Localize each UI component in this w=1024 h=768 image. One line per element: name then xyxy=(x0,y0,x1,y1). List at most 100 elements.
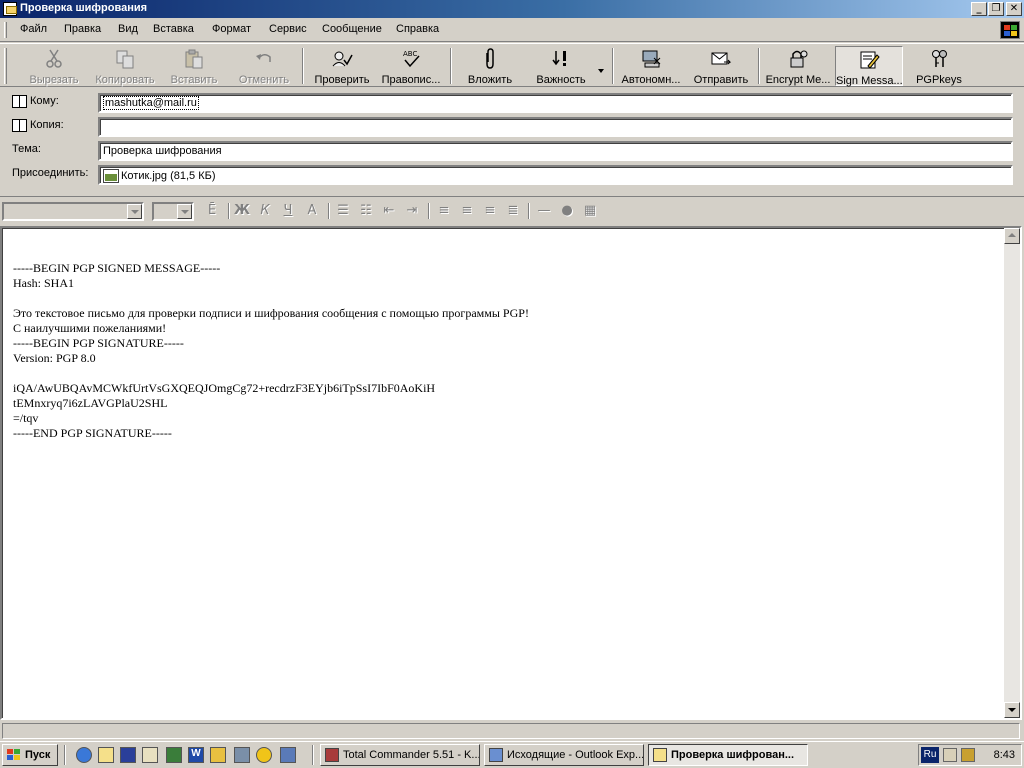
chevron-down-icon[interactable] xyxy=(127,204,142,219)
media-player-icon[interactable] xyxy=(256,747,272,763)
maximize-button[interactable]: ❐ xyxy=(988,2,1004,16)
bold-button[interactable]: Ж xyxy=(232,202,252,220)
monitor-app-icon[interactable] xyxy=(234,747,250,763)
attachment-item[interactable]: Котик.jpg (81,5 КБ) xyxy=(121,170,216,182)
volume-icon[interactable] xyxy=(943,748,957,762)
undo-icon xyxy=(256,54,271,62)
copy-button[interactable]: Копировать xyxy=(90,46,160,86)
menu-insert[interactable]: Вставка xyxy=(153,23,194,35)
subject-row: Тема: Проверка шифрования xyxy=(0,139,1024,163)
menu-grip xyxy=(4,22,7,38)
spelling-button[interactable]: ABC Правопис... xyxy=(378,46,444,86)
priority-dropdown-button[interactable] xyxy=(594,46,608,86)
menu-edit[interactable]: Правка xyxy=(64,23,101,35)
taskbar-item-outlook[interactable]: Исходящие - Outlook Exp... xyxy=(484,744,644,766)
status-bar xyxy=(0,722,1024,740)
priority-button[interactable]: Важность xyxy=(528,46,594,86)
to-label[interactable]: Кому: xyxy=(30,95,59,107)
numbered-list-icon[interactable]: ☰ xyxy=(333,202,353,220)
cc-field[interactable] xyxy=(98,117,1013,137)
menu-format[interactable]: Формат xyxy=(212,23,251,35)
vertical-scrollbar[interactable] xyxy=(1004,228,1020,718)
close-button[interactable]: ✕ xyxy=(1006,2,1022,16)
floppy-save-icon[interactable] xyxy=(120,747,136,763)
taskbar-item-total-commander[interactable]: Total Commander 5.51 - K... xyxy=(320,744,480,766)
font-color-icon[interactable]: A xyxy=(302,202,322,220)
toolbar-separator xyxy=(450,48,452,84)
encrypt-message-button[interactable]: Encrypt Me... xyxy=(764,46,832,86)
pgp-lock-icon[interactable] xyxy=(961,748,975,762)
underline-button[interactable]: Ч xyxy=(278,202,298,220)
font-name-select[interactable] xyxy=(2,202,144,221)
insert-picture-icon[interactable]: ▦ xyxy=(580,202,600,220)
subject-field[interactable]: Проверка шифрования xyxy=(98,141,1013,161)
sign-message-button[interactable]: Sign Messa... xyxy=(835,46,903,87)
menu-view[interactable]: Вид xyxy=(118,23,138,35)
copy-label: Копировать xyxy=(95,74,155,86)
paragraph-style-icon[interactable]: Ē xyxy=(202,202,222,220)
diamond-app-icon[interactable] xyxy=(166,747,182,763)
pgpkeys-button[interactable]: PGPkeys xyxy=(908,46,970,86)
windows-logo-icon xyxy=(1000,21,1020,39)
cut-button[interactable]: Вырезать xyxy=(20,46,88,86)
pencil-app-icon[interactable] xyxy=(210,747,226,763)
menu-help[interactable]: Справка xyxy=(396,23,439,35)
paste-label: Вставить xyxy=(170,74,218,86)
horizontal-line-icon[interactable]: — xyxy=(534,202,554,220)
check-names-button[interactable]: Проверить xyxy=(310,46,374,86)
paste-button[interactable]: Вставить xyxy=(162,46,226,86)
offline-button[interactable]: Автономн... xyxy=(618,46,684,86)
attachments-field[interactable]: Котик.jpg (81,5 КБ) xyxy=(98,165,1013,185)
message-body-text[interactable]: -----BEGIN PGP SIGNED MESSAGE----- Hash:… xyxy=(13,261,993,441)
menu-file[interactable]: Файл xyxy=(20,23,47,35)
encrypt-message-label: Encrypt Me... xyxy=(765,74,831,86)
address-book-icon[interactable] xyxy=(12,119,27,132)
to-row: Кому: mashutka@mail.ru xyxy=(0,91,1024,115)
bulleted-list-icon[interactable]: ☷ xyxy=(356,202,376,220)
internet-explorer-icon[interactable] xyxy=(76,747,92,763)
decrease-indent-icon[interactable]: ⇤ xyxy=(379,202,399,220)
scroll-up-button[interactable] xyxy=(1004,228,1020,244)
pgpkeys-label: PGPkeys xyxy=(916,74,962,86)
subject-label: Тема: xyxy=(12,143,41,155)
align-right-icon[interactable]: ≡ xyxy=(480,202,500,220)
minimize-button[interactable]: _ xyxy=(971,2,987,16)
insert-hyperlink-icon[interactable]: ● xyxy=(557,202,577,220)
chevron-down-icon[interactable] xyxy=(177,204,192,219)
font-size-select[interactable] xyxy=(152,202,194,221)
spelling-icon: ABC xyxy=(403,50,420,68)
italic-button[interactable]: К xyxy=(255,202,275,220)
language-indicator[interactable]: Ru xyxy=(921,747,939,763)
cc-label[interactable]: Копия: xyxy=(30,119,64,131)
justify-icon[interactable]: ≣ xyxy=(503,202,523,220)
priority-label: Важность xyxy=(536,74,586,86)
align-left-icon[interactable]: ≡ xyxy=(434,202,454,220)
window-title: Проверка шифрования xyxy=(20,2,148,14)
calendar-icon[interactable] xyxy=(142,747,158,763)
align-center-icon[interactable]: ≡ xyxy=(457,202,477,220)
scroll-down-button[interactable] xyxy=(1004,702,1020,718)
taskbar: Пуск W Total Commander 5.51 - K... Исход… xyxy=(0,741,1024,768)
spelling-label: Правопис... xyxy=(381,74,441,86)
increase-indent-icon[interactable]: ⇥ xyxy=(402,202,422,220)
encrypt-lock-icon xyxy=(790,50,808,68)
attach-button[interactable]: Вложить xyxy=(460,46,520,86)
word-icon[interactable]: W xyxy=(188,747,204,763)
taskbar-separator xyxy=(312,745,314,765)
address-book-icon[interactable] xyxy=(12,95,27,108)
start-button[interactable]: Пуск xyxy=(2,744,58,766)
title-bar: Проверка шифрования _ ❐ ✕ xyxy=(0,0,1024,18)
status-panel xyxy=(2,723,1020,739)
taskbar-item-message[interactable]: Проверка шифрован... xyxy=(648,744,808,766)
undo-button[interactable]: Отменить xyxy=(232,46,296,86)
send-button[interactable]: Отправить xyxy=(690,46,752,86)
paste-icon xyxy=(185,49,203,69)
menu-tools[interactable]: Сервис xyxy=(269,23,307,35)
network-app-icon[interactable] xyxy=(280,747,296,763)
menu-bar: Файл Правка Вид Вставка Формат Сервис Со… xyxy=(0,18,1024,42)
notepad-icon[interactable] xyxy=(98,747,114,763)
message-body-editor[interactable]: -----BEGIN PGP SIGNED MESSAGE----- Hash:… xyxy=(0,226,1022,720)
to-field[interactable]: mashutka@mail.ru xyxy=(98,93,1013,113)
menu-message[interactable]: Сообщение xyxy=(322,23,382,35)
jpg-file-icon xyxy=(103,169,119,183)
